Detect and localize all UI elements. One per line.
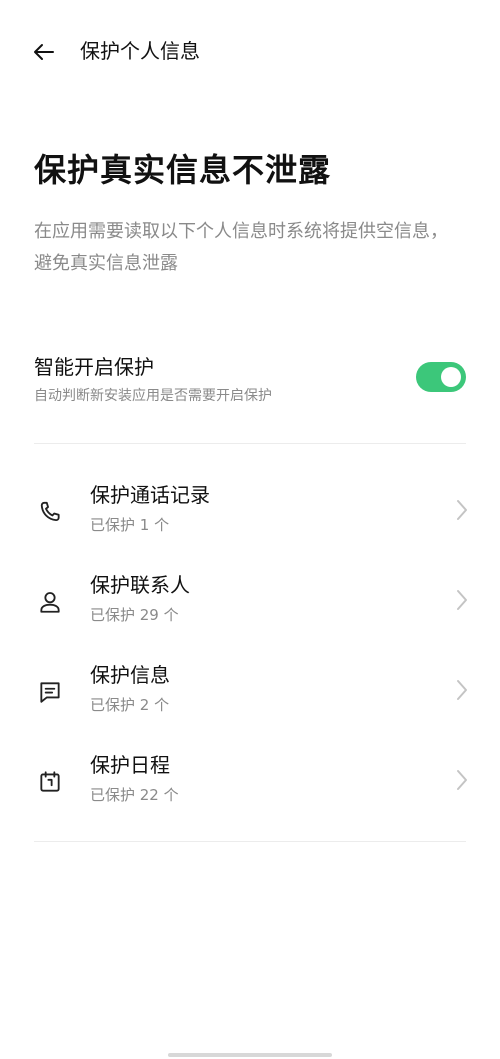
hero-description: 在应用需要读取以下个人信息时系统将提供空信息，避免真实信息泄露: [34, 221, 448, 274]
list-item-title: 保护日程: [90, 753, 170, 777]
message-icon: [36, 678, 64, 706]
smart-protect-toggle[interactable]: [416, 362, 466, 392]
list-item-subtitle: 已保护 22 个: [90, 786, 179, 804]
list-item-messages[interactable]: 保护信息 已保护 2 个: [0, 658, 500, 738]
chevron-right-icon: [454, 496, 470, 524]
arrow-left-icon: [34, 44, 54, 60]
back-button[interactable]: [24, 32, 64, 72]
list-item-call-log[interactable]: 保护通话记录 已保护 1 个: [0, 478, 500, 558]
list-item-title: 保护通话记录: [90, 483, 210, 507]
top-bar: 保护个人信息: [0, 20, 500, 82]
chevron-right-icon: [454, 586, 470, 614]
list-item-contacts[interactable]: 保护联系人 已保护 29 个: [0, 568, 500, 648]
divider-top: [34, 443, 466, 444]
list-item-title: 保护联系人: [90, 573, 190, 597]
phone-icon: [36, 498, 64, 526]
divider-bottom: [34, 841, 466, 842]
list-item-title: 保护信息: [90, 663, 170, 687]
list-item-subtitle: 已保护 29 个: [90, 606, 179, 624]
chevron-right-icon: [454, 676, 470, 704]
page-title: 保护个人信息: [80, 39, 200, 63]
list-item-subtitle: 已保护 2 个: [90, 696, 170, 714]
smart-protect-title: 智能开启保护: [34, 355, 154, 379]
calendar-icon: [36, 768, 64, 796]
smart-protect-row: 智能开启保护 自动判断新安装应用是否需要开启保护: [34, 348, 466, 414]
list-item-calendar[interactable]: 保护日程 已保护 22 个: [0, 748, 500, 828]
hero-title: 保护真实信息不泄露: [34, 151, 332, 189]
chevron-right-icon: [454, 766, 470, 794]
protect-personal-info-page: 保护个人信息 保护真实信息不泄露 在应用需要读取以下个人信息时系统将提供空信息，…: [0, 0, 500, 1059]
contact-icon: [36, 588, 64, 616]
home-indicator[interactable]: [168, 1053, 332, 1057]
toggle-knob: [441, 367, 461, 387]
smart-protect-subtitle: 自动判断新安装应用是否需要开启保护: [34, 388, 272, 404]
list-item-subtitle: 已保护 1 个: [90, 516, 170, 534]
